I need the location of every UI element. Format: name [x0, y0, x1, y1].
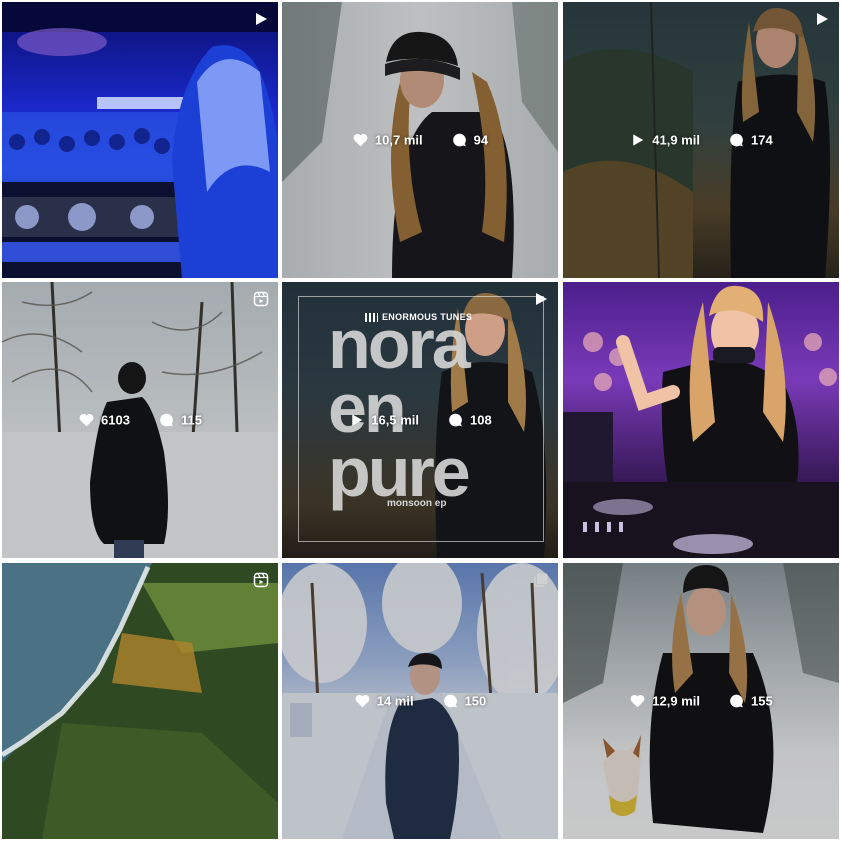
heart-icon	[353, 133, 368, 147]
likes-count: 14 mil	[376, 693, 414, 709]
post-stats: 6103 115	[2, 412, 278, 429]
coastline-scene	[2, 563, 278, 839]
reel-icon	[253, 572, 269, 588]
post-tile-3[interactable]: 41,9 mil 174	[563, 2, 839, 278]
comment-icon	[443, 694, 457, 708]
heart-icon	[79, 413, 94, 427]
post-tile-1[interactable]	[2, 2, 278, 278]
post-stats: 10,7 mil 94	[282, 132, 558, 149]
post-tile-2[interactable]: 10,7 mil 94	[282, 2, 558, 278]
likes-count: 6103	[101, 412, 130, 428]
views-count: 16,5 mil	[371, 412, 419, 428]
comments-count: 174	[751, 132, 773, 148]
post-tile-4[interactable]: 6103 115	[2, 282, 278, 558]
likes-count: 10,7 mil	[374, 132, 423, 148]
post-grid: 10,7 mil 94 41,9 mil 174 6103 115 ENORMO…	[0, 0, 841, 841]
video-icon	[536, 293, 547, 305]
post-stats: 41,9 mil 174	[563, 132, 839, 149]
comment-icon	[452, 133, 466, 147]
post-stats: 12,9 mil 155	[563, 693, 839, 710]
post-tile-7[interactable]	[2, 563, 278, 839]
post-tile-5[interactable]: ENORMOUS TUNES nora en pure monsoon ep 1…	[282, 282, 558, 558]
concert-scene	[2, 2, 278, 278]
comment-icon	[449, 413, 462, 427]
views-count: 41,9 mil	[652, 132, 700, 148]
reel-icon	[253, 291, 269, 307]
comments-count: 94	[473, 132, 489, 148]
comment-icon	[730, 133, 743, 147]
comments-count: 115	[180, 412, 202, 428]
comment-icon	[160, 413, 173, 427]
play-icon	[352, 414, 363, 426]
album-subtitle: monsoon ep	[387, 498, 447, 509]
comments-count: 108	[470, 412, 492, 428]
video-icon	[256, 13, 267, 25]
comments-count: 155	[751, 693, 773, 709]
video-icon	[817, 13, 828, 25]
post-stats: 16,5 mil 108	[282, 412, 558, 429]
post-tile-9[interactable]: 12,9 mil 155	[563, 563, 839, 839]
post-stats: 14 mil 150	[282, 693, 558, 710]
comment-icon	[730, 694, 743, 708]
heart-icon	[630, 694, 645, 708]
play-icon	[633, 134, 644, 146]
club-dj-scene	[563, 285, 839, 558]
comments-count: 150	[464, 693, 487, 709]
heart-icon	[355, 694, 370, 708]
post-tile-8[interactable]: 14 mil 150	[282, 563, 558, 839]
post-tile-6[interactable]	[563, 282, 839, 558]
likes-count: 12,9 mil	[652, 693, 700, 709]
